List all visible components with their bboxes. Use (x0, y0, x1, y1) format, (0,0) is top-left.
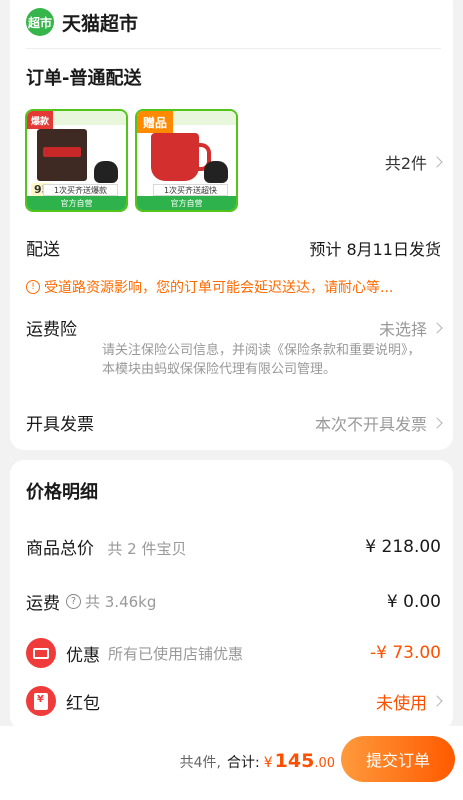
shipping-fee-value: ¥ 0.00 (386, 591, 441, 612)
total-amount-decimal: .00 (314, 756, 335, 771)
store-name: 天猫超市 (62, 12, 139, 35)
goods-total-label-group: 商品总价 共 2 件宝贝 (26, 534, 187, 559)
invoice-row[interactable]: 开具发票 本次不开具发票 (26, 410, 443, 435)
product-thumbnail-coffee-box[interactable]: 爆款 95 1次买齐送爆款 官方自营 (25, 109, 128, 212)
chevron-right-icon (431, 416, 443, 429)
chevron-right-icon (431, 156, 443, 168)
delivery-label: 配送 (26, 240, 60, 260)
promo-band: 1次买齐送超快 (153, 184, 228, 196)
tmall-supermarket-logo: 超市 (26, 8, 54, 36)
gift-speaker-image (94, 161, 118, 183)
checkout-bar: 共4件, 合计: ¥ 145 .00 提交订单 (0, 726, 463, 800)
red-packet-status: 未使用 (376, 693, 427, 714)
total-label: 合计: (227, 755, 260, 771)
price-detail-card: 价格明细 商品总价 共 2 件宝贝 ¥ 218.00 运费 ? 共 3.46kg… (10, 460, 453, 730)
promo-band: 1次买齐送爆款 (43, 184, 118, 196)
official-footer: 官方自营 (137, 196, 236, 210)
discount-value: -¥ 73.00 (369, 643, 441, 663)
nescafe-mug-image (151, 133, 211, 181)
discount-row[interactable]: 优惠 所有已使用店铺优惠 -¥ 73.00 (26, 638, 441, 668)
goods-total-row: 商品总价 共 2 件宝贝 ¥ 218.00 (26, 534, 441, 560)
hot-tag: 爆款 (27, 111, 54, 129)
order-total: 共4件, 合计: ¥ 145 .00 (180, 750, 335, 772)
order-card: 超市 天猫超市 订单-普通配送 爆款 95 1次买齐送爆款 官方自营 赠品 1次… (10, 0, 453, 450)
chevron-right-icon (431, 321, 443, 334)
discount-label-group: 优惠 所有已使用店铺优惠 (26, 638, 243, 668)
submit-order-button[interactable]: 提交订单 (341, 736, 455, 782)
red-packet-label-group: 红包 (26, 686, 100, 716)
order-title: 订单-普通配送 (26, 68, 142, 89)
goods-count: 共 2 件宝贝 (107, 540, 187, 558)
chevron-right-icon (431, 695, 443, 707)
price-detail-title: 价格明细 (26, 482, 98, 503)
invoice-label: 开具发票 (26, 415, 94, 435)
item-count-link[interactable]: 共2件 (384, 150, 443, 174)
shipping-fee-row: 运费 ? 共 3.46kg ¥ 0.00 (26, 589, 441, 615)
divider (26, 48, 441, 49)
red-packet-row[interactable]: 红包 未使用 (26, 686, 443, 716)
shipping-insurance-row[interactable]: 运费险 未选择 (26, 315, 443, 340)
gift-speaker-image (204, 161, 228, 183)
official-footer: 官方自营 (27, 196, 126, 210)
red-packet-value-group: 未使用 (376, 689, 443, 714)
discount-desc: 所有已使用店铺优惠 (108, 644, 244, 663)
goods-total-label: 商品总价 (26, 539, 94, 559)
shipping-label: 运费 (26, 594, 60, 614)
help-icon[interactable]: ? (66, 594, 81, 609)
goods-total-value: ¥ 218.00 (365, 536, 441, 557)
insurance-description: 请关注保险公司信息，并阅读《保险条款和重要说明》，本模块由蚂蚁保保险代理有限公司… (102, 343, 421, 377)
insurance-status: 未选择 (378, 319, 427, 339)
gift-tag: 赠品 (137, 111, 174, 133)
red-packet-label: 红包 (66, 693, 100, 714)
insurance-label: 运费险 (26, 320, 77, 340)
total-amount: 145 (274, 750, 315, 772)
warning-icon: ! (26, 280, 40, 294)
shipping-weight: 共 3.46kg (85, 593, 157, 611)
delivery-date: 预计 8月11日发货 (309, 239, 441, 259)
delivery-row: 配送 预计 8月11日发货 (26, 235, 441, 261)
store-header[interactable]: 超市 天猫超市 (26, 8, 138, 36)
insurance-value: 未选择 (378, 316, 443, 340)
delay-notice-text: 受道路资源影响，您的订单可能会延迟送达，请耐心等... (44, 280, 394, 296)
shipping-label-group: 运费 ? 共 3.46kg (26, 589, 156, 614)
discount-label: 优惠 (66, 645, 100, 666)
invoice-status: 本次不开具发票 (314, 414, 427, 434)
coffee-box-image (37, 129, 87, 181)
currency-symbol: ¥ (263, 755, 273, 771)
invoice-value: 本次不开具发票 (314, 411, 443, 435)
total-items: 共4件, (179, 755, 221, 771)
product-thumbnail-gift-mug[interactable]: 赠品 1次买齐送超快 官方自营 (135, 109, 238, 212)
item-count: 共2件 (384, 154, 427, 173)
coupon-icon (26, 638, 56, 668)
delay-notice: ! 受道路资源影响，您的订单可能会延迟送达，请耐心等... (26, 277, 441, 297)
red-packet-icon (26, 686, 56, 716)
